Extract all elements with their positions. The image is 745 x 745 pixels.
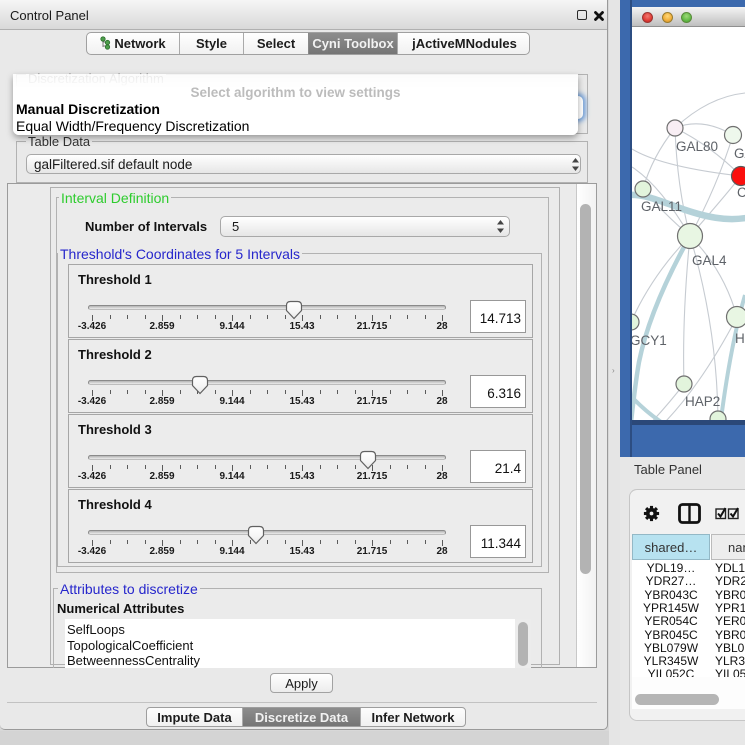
svg-text:GAL80: GAL80: [676, 139, 718, 154]
svg-text:GCY1: GCY1: [632, 333, 667, 348]
svg-text:C: C: [737, 185, 745, 200]
svg-text:GAL4: GAL4: [692, 253, 727, 268]
svg-text:GAL11: GAL11: [641, 199, 682, 214]
svg-text:H: H: [735, 331, 745, 346]
svg-text:HAP2: HAP2: [685, 394, 720, 409]
svg-text:GA: GA: [734, 146, 745, 161]
